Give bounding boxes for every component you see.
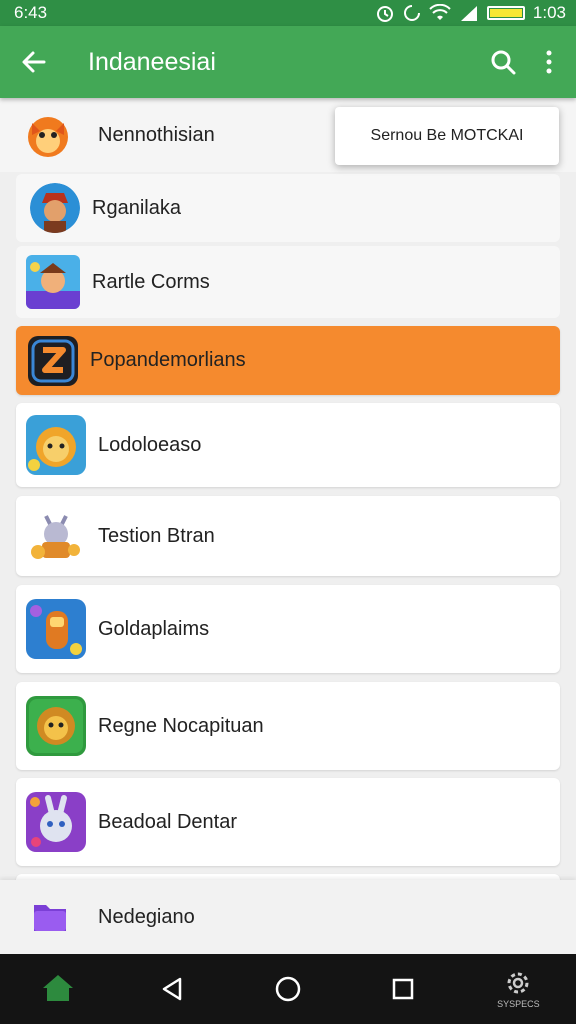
list-item-label: Beadoal Dentar [98, 810, 237, 833]
more-vert-icon [546, 50, 552, 74]
nav-home-button[interactable] [248, 954, 328, 1024]
search-icon [491, 50, 516, 75]
warrior-avatar-icon [30, 183, 80, 233]
home-icon [42, 975, 73, 1001]
sync-icon [403, 5, 420, 21]
list-item-label: Nennothisian [98, 123, 215, 146]
wifi-icon [429, 4, 451, 20]
status-time-left: 6:43 [14, 3, 48, 22]
status-time-right: 1:03 [532, 3, 566, 22]
back-button[interactable] [0, 26, 68, 98]
list-item-label: Lodoloeaso [98, 433, 202, 456]
lion-green-icon [26, 696, 86, 756]
lion-game-icon [26, 415, 86, 475]
list-item[interactable]: Goldaplaims [16, 585, 560, 673]
signal-icon [460, 6, 477, 21]
bunny-game-icon [26, 792, 86, 852]
rocket-game-icon [26, 599, 86, 659]
app-list: Nennothisian Rganilaka Rartle Corms Popa… [0, 98, 576, 954]
list-item[interactable]: Lodoloeaso [16, 403, 560, 487]
z-app-icon [28, 335, 78, 386]
nav-back-button[interactable] [133, 954, 213, 1024]
gear-icon [507, 972, 529, 994]
circle-home-icon [275, 976, 301, 1002]
game-heroes-icon [26, 255, 80, 309]
nav-settings-button[interactable]: SYSPECS [478, 954, 558, 1024]
search-button[interactable] [480, 26, 526, 98]
status-bar: 6:43 1:03 [0, 0, 576, 26]
status-icons: 1:03 [375, 3, 566, 23]
list-item[interactable]: Rartle Corms [16, 246, 560, 318]
robot-game-icon [26, 506, 86, 566]
square-recents-icon [392, 978, 414, 1000]
list-item-label: Regne Nocapituan [98, 714, 264, 737]
battery-icon [486, 6, 525, 20]
page-title: Indaneesiai [88, 47, 216, 76]
list-item[interactable]: Testion Btran [16, 496, 560, 576]
more-options-button[interactable] [526, 26, 572, 98]
list-item-label: Rartle Corms [92, 270, 210, 293]
list-item-label: Popandemorlians [90, 349, 246, 371]
nav-settings-label: SYSPECS [497, 999, 540, 1009]
list-item[interactable]: Rganilaka [16, 174, 560, 242]
alarm-icon [376, 6, 393, 22]
bottom-list-item[interactable]: Nedegiano [0, 880, 576, 954]
nav-recents-button[interactable] [363, 954, 443, 1024]
list-item-selected[interactable]: Popandemorlians [16, 326, 560, 395]
arrow-left-icon [22, 51, 46, 73]
list-item[interactable]: Regne Nocapituan [16, 682, 560, 770]
nav-home-app-button[interactable] [18, 954, 98, 1024]
purple-folder-icon [32, 899, 68, 935]
list-item-label: Testion Btran [98, 524, 215, 547]
list-item-label: Rganilaka [92, 196, 181, 219]
triangle-back-icon [162, 977, 182, 1001]
fox-mascot-icon [22, 109, 74, 161]
system-nav-bar: SYSPECS [0, 954, 576, 1024]
popup-menu-item[interactable]: Sernou Be MOTCKAI [335, 107, 559, 165]
bottom-item-label: Nedegiano [98, 905, 195, 928]
app-bar: Indaneesiai [0, 26, 576, 98]
list-item-label: Goldaplaims [98, 617, 210, 640]
list-item[interactable]: Beadoal Dentar [16, 778, 560, 866]
